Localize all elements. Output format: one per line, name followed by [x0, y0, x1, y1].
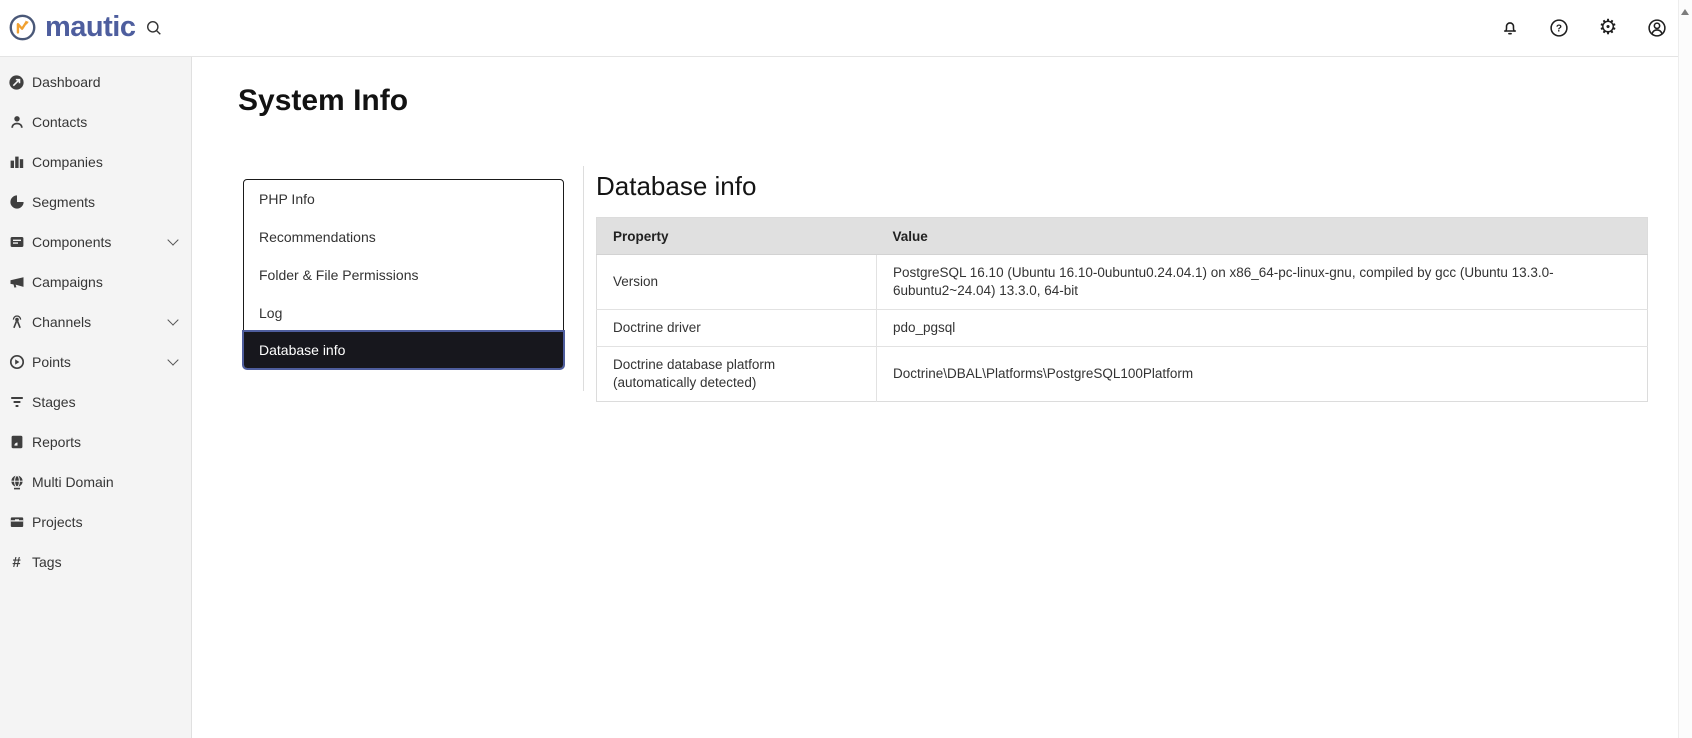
chevron-down-icon	[167, 234, 179, 246]
sidebar-item-campaigns[interactable]: Campaigns	[0, 262, 191, 302]
sidebar-item-stages[interactable]: Stages	[0, 382, 191, 422]
mautic-app: mautic ? ⚙ Dashboard Contacts Companies …	[0, 0, 1692, 738]
circle-arrow-icon	[7, 354, 26, 371]
chevron-down-icon	[167, 354, 179, 366]
sidebar-item-label: Contacts	[32, 114, 88, 130]
sidebar-item-multi-domain[interactable]: Multi Domain	[0, 462, 191, 502]
chevron-down-icon	[167, 314, 179, 326]
scrollbar-up-arrow-icon[interactable]	[1681, 9, 1689, 15]
svg-text:?: ?	[1556, 24, 1562, 35]
sidebar-item-reports[interactable]: Reports	[0, 422, 191, 462]
table-row: Doctrine driver pdo_pgsql	[596, 309, 1648, 347]
page-scrollbar[interactable]	[1678, 0, 1692, 738]
broadcast-icon	[7, 314, 26, 331]
sidebar-item-companies[interactable]: Companies	[0, 142, 191, 182]
property-cell: Version	[596, 254, 877, 310]
table-header-row: Property Value	[596, 217, 1648, 255]
tab-recommendations[interactable]: Recommendations	[244, 218, 563, 256]
sidebar-item-components[interactable]: Components	[0, 222, 191, 262]
column-header-property: Property	[596, 217, 877, 255]
report-doc-icon	[7, 434, 26, 451]
tab-database-info[interactable]: Database info	[242, 330, 565, 370]
sidebar-item-label: Points	[32, 354, 71, 370]
funnel-icon	[7, 394, 26, 411]
sidebar-nav: Dashboard Contacts Companies Segments Co…	[0, 57, 191, 582]
mautic-logo[interactable]: mautic	[9, 11, 136, 43]
database-info-section: Database info Property Value Version Pos…	[596, 169, 1648, 402]
sidebar-item-tags[interactable]: # Tags	[0, 542, 191, 582]
sidebar-item-contacts[interactable]: Contacts	[0, 102, 191, 142]
header-action-icons: ? ⚙	[1499, 0, 1668, 56]
property-cell: Doctrine driver	[596, 309, 877, 347]
dashboard-gauge-icon	[7, 74, 26, 91]
account-icon[interactable]	[1646, 17, 1668, 39]
search-icon[interactable]	[146, 20, 162, 41]
sidebar-item-label: Reports	[32, 434, 82, 450]
sidebar-item-label: Channels	[32, 314, 92, 330]
settings-gear-icon[interactable]: ⚙	[1597, 17, 1619, 39]
sidebar-item-label: Tags	[32, 554, 62, 570]
value-cell: Doctrine\DBAL\Platforms\PostgreSQL100Pla…	[876, 346, 1648, 402]
mautic-logo-wordmark: mautic	[45, 11, 136, 43]
sidebar-item-label: Stages	[32, 394, 76, 410]
sidebar-item-label: Dashboard	[32, 74, 101, 90]
column-header-value: Value	[876, 217, 1648, 255]
sidebar-item-points[interactable]: Points	[0, 342, 191, 382]
value-cell: PostgreSQL 16.10 (Ubuntu 16.10-0ubuntu0.…	[876, 254, 1648, 310]
archive-box-icon	[7, 514, 26, 531]
table-row: Doctrine database platform (automaticall…	[596, 346, 1648, 402]
help-icon[interactable]: ?	[1548, 17, 1570, 39]
tab-content-divider	[583, 166, 584, 391]
sidebar-item-dashboard[interactable]: Dashboard	[0, 62, 191, 102]
megaphone-icon	[7, 274, 26, 291]
sidebar-item-label: Segments	[32, 194, 96, 210]
sidebar-item-label: Multi Domain	[32, 474, 114, 490]
mautic-logo-icon	[9, 14, 36, 41]
sidebar-item-label: Campaigns	[32, 274, 103, 290]
page-title: System Info	[238, 84, 409, 117]
tab-log[interactable]: Log	[244, 294, 563, 332]
main-content: System Info PHP Info Recommendations Fol…	[192, 57, 1679, 738]
bar-chart-icon	[7, 154, 26, 171]
property-cell: Doctrine database platform (automaticall…	[596, 346, 877, 402]
card-icon	[7, 234, 26, 251]
sidebar-item-projects[interactable]: Projects	[0, 502, 191, 542]
top-header-bar: mautic ? ⚙	[0, 0, 1692, 57]
sidebar-item-segments[interactable]: Segments	[0, 182, 191, 222]
hash-icon: #	[12, 553, 21, 571]
person-icon	[7, 114, 26, 131]
section-title: Database info	[596, 171, 757, 201]
database-info-table: Property Value Version PostgreSQL 16.10 …	[596, 217, 1648, 402]
pie-chart-icon	[7, 194, 26, 211]
system-info-tab-list: PHP Info Recommendations Folder & File P…	[242, 179, 565, 370]
sidebar-item-label: Components	[32, 234, 112, 250]
tab-folder-file-permissions[interactable]: Folder & File Permissions	[244, 256, 563, 294]
left-sidebar: Dashboard Contacts Companies Segments Co…	[0, 57, 192, 738]
value-cell: pdo_pgsql	[876, 309, 1648, 347]
sidebar-item-channels[interactable]: Channels	[0, 302, 191, 342]
table-row: Version PostgreSQL 16.10 (Ubuntu 16.10-0…	[596, 254, 1648, 310]
tab-php-info[interactable]: PHP Info	[244, 180, 563, 218]
sidebar-item-label: Companies	[32, 154, 103, 170]
sidebar-item-label: Projects	[32, 514, 83, 530]
notifications-bell-icon[interactable]	[1499, 17, 1521, 39]
globe-icon	[7, 474, 26, 491]
